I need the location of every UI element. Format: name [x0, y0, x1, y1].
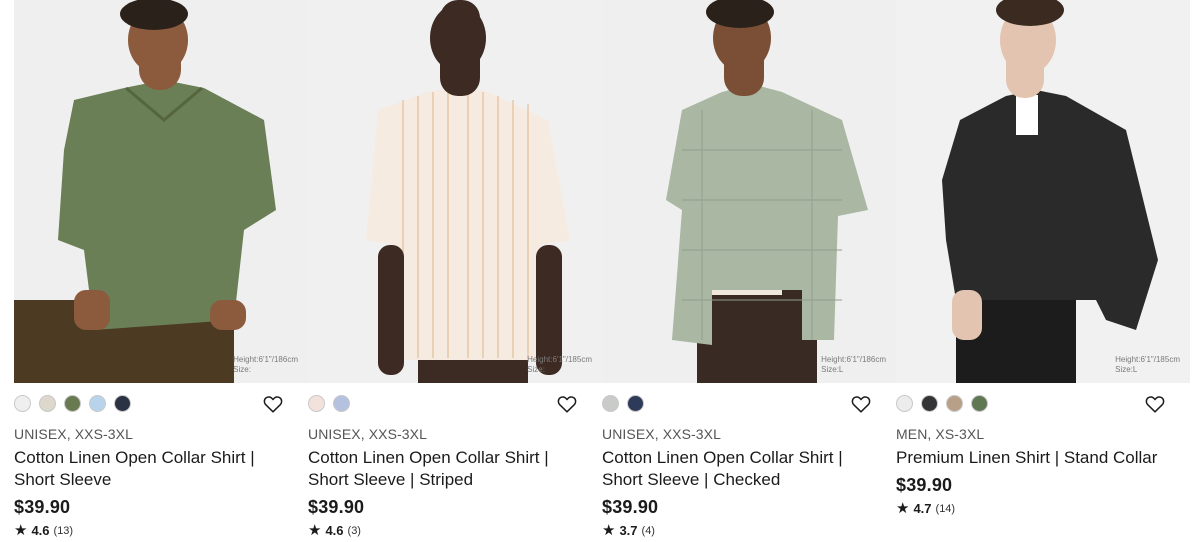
color-swatch[interactable] [64, 395, 81, 412]
heart-outline-icon[interactable] [850, 393, 872, 415]
model-caption: Height:6'1"/186cm Size:L [821, 355, 886, 374]
product-rating: ★ 3.7 (4) [602, 523, 655, 538]
model-caption: Height:6'1"/185cm Size: [527, 355, 592, 374]
model-photo [14, 0, 308, 383]
product-name[interactable]: Cotton Linen Open Collar Shirt | Short S… [308, 447, 578, 491]
rating-value: 4.7 [913, 501, 932, 516]
color-swatch[interactable] [333, 395, 350, 412]
model-caption: Height:6'1"/185cm Size:L [1115, 355, 1180, 374]
color-swatch[interactable] [921, 395, 938, 412]
rating-value: 4.6 [325, 523, 344, 538]
product-name[interactable]: Cotton Linen Open Collar Shirt | Short S… [602, 447, 872, 491]
star-icon: ★ [602, 522, 616, 539]
color-swatch[interactable] [602, 395, 619, 412]
model-caption: Height:6'1"/186cm Size: [233, 355, 298, 374]
product-gender-size: UNISEX, XXS-3XL [14, 426, 133, 442]
product-price: $39.90 [308, 497, 365, 517]
product-price: $39.90 [896, 475, 953, 495]
model-photo [308, 0, 602, 383]
review-count: (14) [935, 502, 956, 515]
product-image[interactable]: Height:6'1"/186cm Size:L [602, 0, 896, 383]
product-card[interactable]: Height:6'1"/186cm Size: UNISEX, XXS-3XL … [14, 0, 308, 542]
product-rating: ★ 4.6 (13) [14, 523, 73, 538]
heart-outline-icon[interactable] [556, 393, 578, 415]
color-swatch[interactable] [114, 395, 131, 412]
review-count: (4) [641, 524, 655, 537]
product-gender-size: UNISEX, XXS-3XL [602, 426, 721, 442]
color-swatch[interactable] [627, 395, 644, 412]
product-gender-size: UNISEX, XXS-3XL [308, 426, 427, 442]
color-swatch[interactable] [308, 395, 325, 412]
model-photo [896, 0, 1190, 383]
color-swatch[interactable] [896, 395, 913, 412]
color-swatch[interactable] [971, 395, 988, 412]
color-swatches [896, 395, 988, 415]
product-image[interactable]: Height:6'1"/185cm Size: [308, 0, 602, 383]
product-name[interactable]: Cotton Linen Open Collar Shirt | Short S… [14, 447, 284, 491]
product-image[interactable]: Height:6'1"/185cm Size:L [896, 0, 1190, 383]
product-image[interactable]: Height:6'1"/186cm Size: [14, 0, 308, 383]
star-icon: ★ [896, 500, 910, 517]
product-rating: ★ 4.6 (3) [308, 523, 361, 538]
color-swatches [602, 395, 644, 415]
product-price: $39.90 [602, 497, 659, 517]
product-grid: Height:6'1"/186cm Size: UNISEX, XXS-3XL … [14, 0, 1190, 542]
model-photo [602, 0, 896, 383]
product-rating: ★ 4.7 (14) [896, 501, 955, 516]
product-card[interactable]: Height:6'1"/186cm Size:L UNISEX, XXS-3XL… [602, 0, 896, 542]
color-swatch[interactable] [14, 395, 31, 412]
heart-outline-icon[interactable] [1144, 393, 1166, 415]
heart-outline-icon[interactable] [262, 393, 284, 415]
review-count: (3) [347, 524, 361, 537]
color-swatches [14, 395, 131, 415]
star-icon: ★ [308, 522, 322, 539]
color-swatch[interactable] [89, 395, 106, 412]
rating-value: 4.6 [31, 523, 50, 538]
star-icon: ★ [14, 522, 28, 539]
product-gender-size: MEN, XS-3XL [896, 426, 985, 442]
product-card[interactable]: Height:6'1"/185cm Size:L MEN, XS-3XL Pre… [896, 0, 1190, 542]
product-card[interactable]: Height:6'1"/185cm Size: UNISEX, XXS-3XL … [308, 0, 602, 542]
review-count: (13) [53, 524, 74, 537]
color-swatch[interactable] [946, 395, 963, 412]
rating-value: 3.7 [619, 523, 638, 538]
color-swatch[interactable] [39, 395, 56, 412]
color-swatches [308, 395, 350, 415]
product-price: $39.90 [14, 497, 71, 517]
product-name[interactable]: Premium Linen Shirt | Stand Collar [896, 447, 1166, 469]
